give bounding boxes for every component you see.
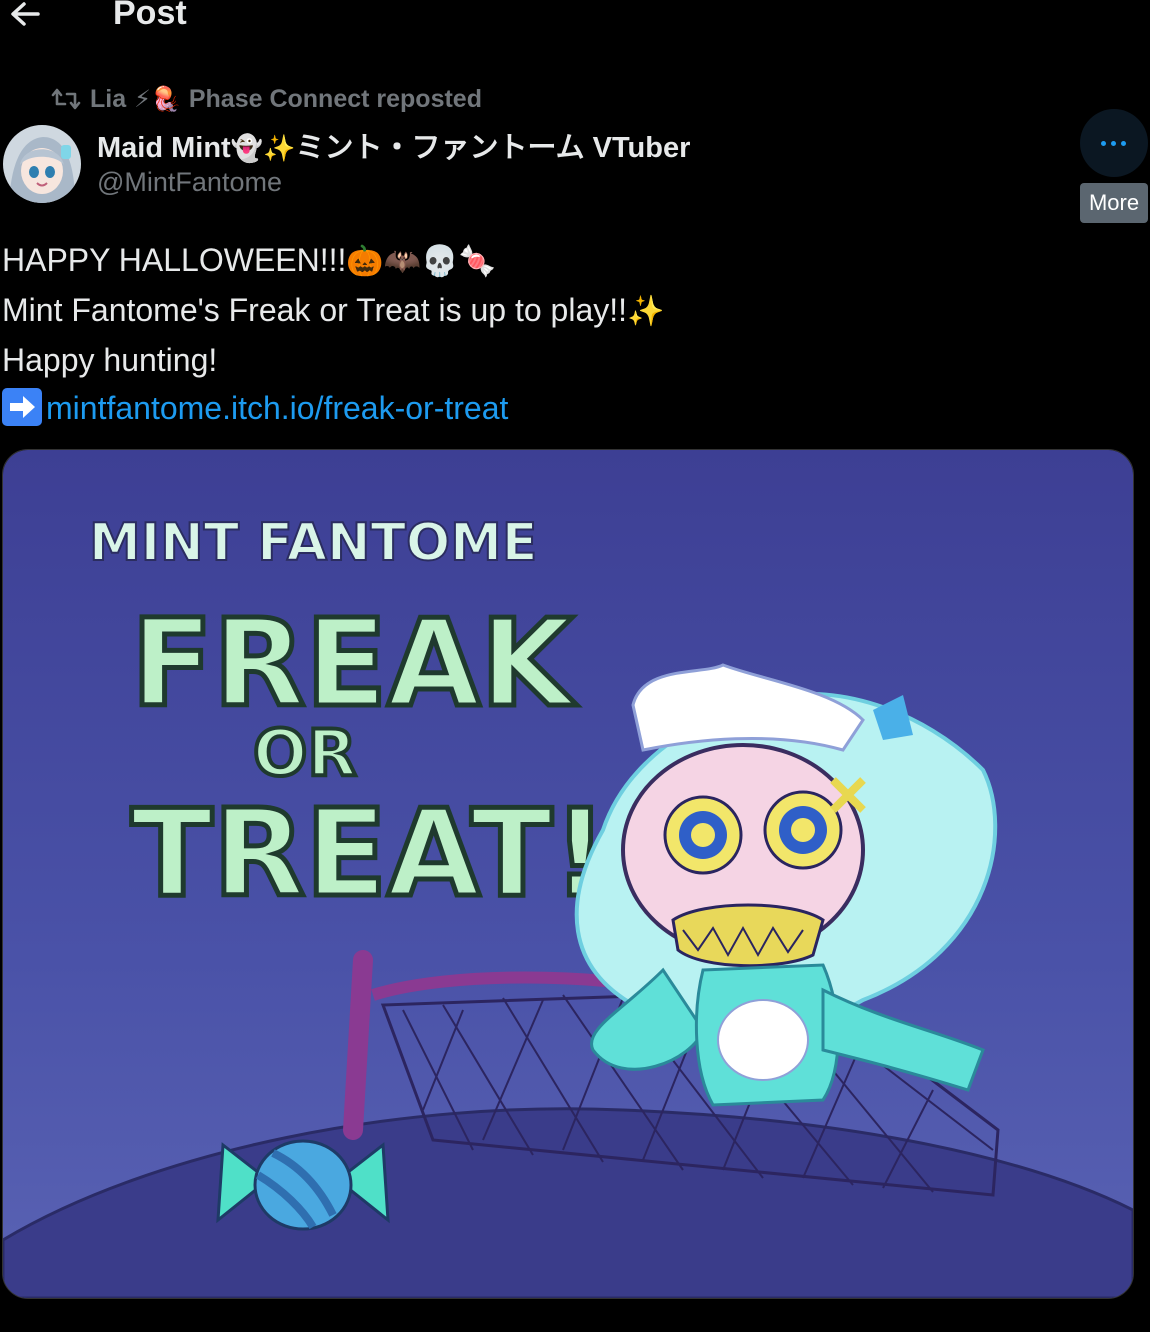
repost-user-emoji: ⚡🪼 [134, 85, 181, 113]
more-icon [1101, 141, 1106, 146]
post-line-1: HAPPY HALLOWEEN!!!🎃🦇💀🍬 [2, 242, 496, 278]
image-title-line-2: OR [253, 717, 357, 791]
post-line-2: Mint Fantome's Freak or Treat is up to p… [2, 292, 665, 328]
image-title-line-1: FREAK [131, 595, 577, 734]
avatar[interactable] [3, 125, 81, 203]
author-name-emoji: 👻✨ [230, 133, 296, 163]
repost-user: Lia [90, 84, 127, 113]
page-title: Post [113, 0, 187, 32]
back-arrow-icon [11, 2, 40, 26]
image-title-line-3: TREAT! [131, 785, 607, 924]
author-handle[interactable]: @MintFantome [97, 167, 282, 198]
repost-context[interactable]: Lia ⚡🪼 Phase Connect reposted [50, 84, 482, 114]
image-brand-text: MINT FANTOME [89, 513, 537, 573]
repost-icon [51, 88, 81, 110]
post-link[interactable]: mintfantome.itch.io/freak-or-treat [46, 390, 508, 426]
more-tooltip: More [1080, 183, 1148, 223]
arrow-right-icon [2, 388, 42, 426]
more-button[interactable] [1080, 109, 1148, 177]
top-bar: Post [0, 0, 1150, 40]
post-text: HAPPY HALLOWEEN!!!🎃🦇💀🍬 Mint Fantome's Fr… [2, 236, 664, 432]
post-image[interactable]: MINT FANTOME FREAK OR TREAT! [2, 449, 1134, 1299]
repost-label: Phase Connect reposted [188, 84, 482, 113]
post-line-3: Happy hunting! [2, 342, 218, 378]
author-display-name[interactable]: Maid Mint👻✨ミント・ファントーム VTuber [97, 124, 690, 166]
post-line-4: mintfantome.itch.io/freak-or-treat [2, 384, 664, 432]
back-button[interactable] [4, 0, 44, 32]
